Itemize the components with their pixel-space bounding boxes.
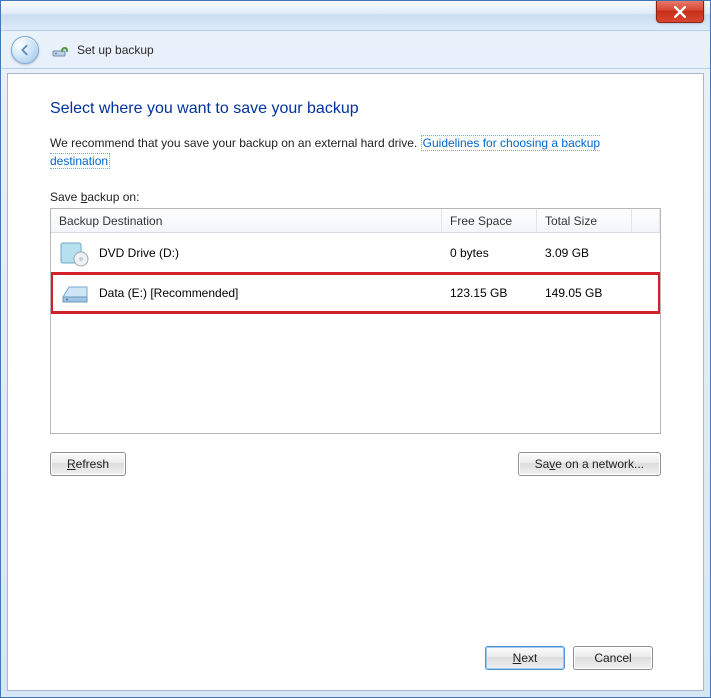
- row-free-space: 0 bytes: [442, 246, 537, 260]
- intro-text-span: We recommend that you save your backup o…: [50, 136, 421, 150]
- dvd-drive-icon: [59, 239, 91, 267]
- destination-list[interactable]: Backup Destination Free Space Total Size…: [50, 208, 661, 434]
- wizard-window: Set up backup Select where you want to s…: [0, 0, 711, 698]
- row-total-size: 149.05 GB: [537, 286, 632, 300]
- row-total-size: 3.09 GB: [537, 246, 632, 260]
- col-total-size[interactable]: Total Size: [537, 209, 632, 232]
- hard-drive-icon: [59, 279, 91, 307]
- row-free-space: 123.15 GB: [442, 286, 537, 300]
- save-on-network-button[interactable]: Save on a network...: [518, 452, 661, 476]
- content-panel: Select where you want to save your backu…: [7, 73, 704, 691]
- col-free-space[interactable]: Free Space: [442, 209, 537, 232]
- list-actions: Refresh Save on a network...: [50, 452, 661, 476]
- list-body: DVD Drive (D:) 0 bytes3.09 GB Data (E:) [R…: [51, 233, 660, 313]
- cancel-button[interactable]: Cancel: [573, 646, 653, 670]
- col-end: [632, 209, 660, 232]
- back-button[interactable]: [11, 36, 39, 64]
- titlebar: [1, 1, 710, 31]
- nav-title: Set up backup: [77, 43, 154, 57]
- close-icon: [674, 6, 686, 18]
- intro-text: We recommend that you save your backup o…: [50, 134, 661, 170]
- content-outer: Select where you want to save your backu…: [1, 69, 710, 697]
- list-header: Backup Destination Free Space Total Size: [51, 209, 660, 233]
- row-name: DVD Drive (D:): [99, 246, 179, 260]
- list-label: Save backup on:: [50, 190, 661, 204]
- list-row[interactable]: Data (E:) [Recommended] 123.15 GB149.05 G…: [51, 273, 660, 313]
- row-name: Data (E:) [Recommended]: [99, 286, 238, 300]
- backup-icon: [51, 41, 69, 59]
- refresh-button[interactable]: Refresh: [50, 452, 126, 476]
- back-arrow-icon: [18, 43, 32, 57]
- close-button[interactable]: [656, 1, 704, 23]
- nav-bar: Set up backup: [1, 31, 710, 69]
- page-heading: Select where you want to save your backu…: [50, 100, 661, 118]
- list-row[interactable]: DVD Drive (D:) 0 bytes3.09 GB: [51, 233, 660, 273]
- next-button[interactable]: Next: [485, 646, 565, 670]
- col-destination[interactable]: Backup Destination: [51, 209, 442, 232]
- wizard-footer: Next Cancel: [50, 628, 661, 676]
